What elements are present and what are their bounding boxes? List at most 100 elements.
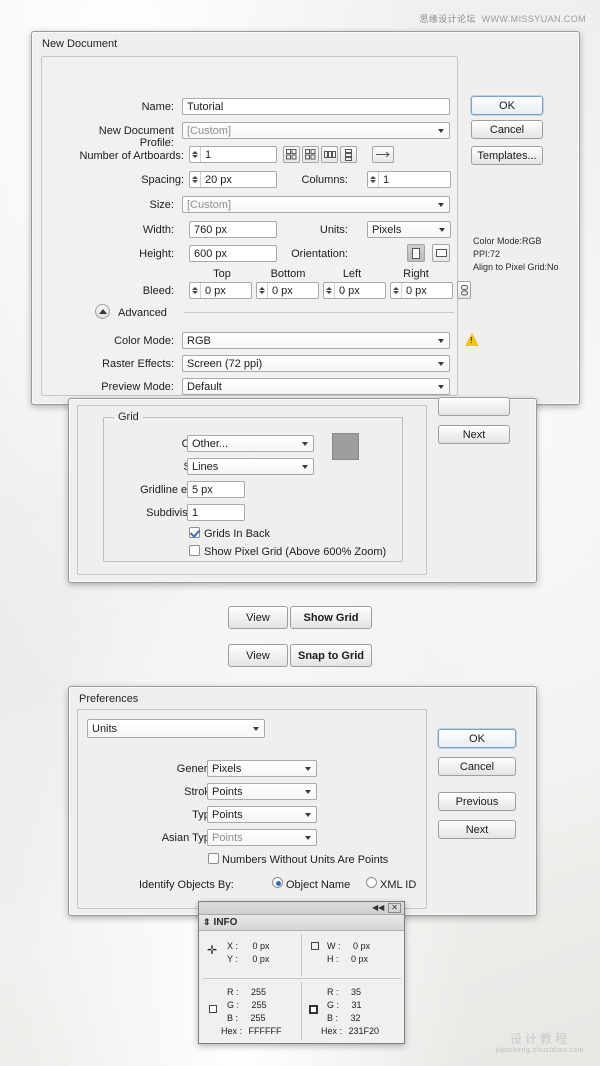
width-input[interactable]: 760 px: [189, 221, 277, 238]
columns-input[interactable]: 1: [367, 171, 451, 188]
grids-in-back-checkbox[interactable]: [189, 527, 200, 538]
preview-mode-select[interactable]: Default: [182, 378, 450, 395]
info-stroke-hex-label: Hex :: [321, 1026, 343, 1036]
artboards-input[interactable]: 1: [189, 146, 277, 163]
preferences-cancel-button[interactable]: Cancel: [438, 757, 516, 776]
profile-select[interactable]: [Custom]: [182, 122, 450, 139]
info-panel-tabbar: ◀◀ ✕: [199, 902, 404, 915]
height-input[interactable]: 600 px: [189, 245, 277, 262]
preferences-next-button[interactable]: Next: [438, 820, 516, 839]
info-stroke-g: G : 31: [327, 999, 362, 1011]
advanced-divider: [184, 312, 454, 313]
size-select[interactable]: [Custom]: [182, 196, 450, 213]
spacing-stepper[interactable]: [190, 172, 201, 187]
panel-menu-icon[interactable]: ⇕: [203, 917, 211, 928]
info-divider-vertical-top: [301, 934, 302, 976]
show-pixel-grid-checkbox[interactable]: [189, 545, 200, 556]
info-y-label: Y :: [227, 954, 238, 964]
warning-icon: [465, 333, 479, 346]
info-stroke-b: B : 32: [327, 1012, 361, 1024]
new-document-cancel-button[interactable]: Cancel: [471, 120, 543, 139]
info-fill-g: G : 255: [227, 999, 267, 1011]
close-icon[interactable]: ✕: [388, 903, 401, 913]
watermark-top: 思缘设计论坛 WWW.MISSYUAN.COM: [419, 12, 586, 25]
new-document-ok-button[interactable]: OK: [471, 96, 543, 115]
info-h-label: H :: [327, 954, 339, 964]
color-mode-label: Color Mode:: [114, 335, 174, 347]
info-fill-r-label: R :: [227, 987, 239, 997]
artboard-layout-gridrows-icon[interactable]: [283, 146, 300, 163]
info-w: W : 0 px: [327, 940, 370, 952]
info-divider-horizontal: [203, 978, 401, 979]
show-pixel-grid-label: Show Pixel Grid (Above 600% Zoom): [204, 546, 387, 558]
width-label: Width:: [142, 224, 174, 236]
asian-type-units-select[interactable]: Points: [207, 829, 317, 846]
info-stroke-hex-value: 231F20: [348, 1026, 380, 1036]
spacing-input[interactable]: 20 px: [189, 171, 277, 188]
bleed-right-stepper[interactable]: [391, 283, 402, 298]
units-category-select[interactable]: Units: [87, 719, 265, 738]
bleed-left-label: Left: [342, 268, 362, 280]
raster-effects-label: Raster Effects:: [102, 358, 174, 370]
menu-view-button-1[interactable]: View: [228, 606, 288, 629]
info-x-value: 0 px: [252, 941, 270, 951]
identify-objects-label: Identify Objects By:: [139, 879, 234, 891]
artboard-flow-direction-icon[interactable]: [372, 146, 394, 163]
raster-effects-select[interactable]: Screen (72 ppi): [182, 355, 450, 372]
info-fill-g-label: G :: [227, 1000, 240, 1010]
summary-align-grid: Align to Pixel Grid:No: [473, 262, 559, 273]
info-y-value: 0 px: [252, 954, 270, 964]
grid-color-swatch[interactable]: [332, 433, 359, 460]
bleed-left-stepper[interactable]: [324, 283, 335, 298]
info-fill-hex-label: Hex :: [221, 1026, 243, 1036]
columns-stepper[interactable]: [368, 172, 379, 187]
orientation-landscape-icon[interactable]: [432, 244, 450, 262]
bleed-bottom-label: Bottom: [270, 268, 306, 280]
grid-prefs-next-button[interactable]: Next: [438, 425, 510, 444]
orientation-portrait-icon[interactable]: [407, 244, 425, 262]
collapse-icon[interactable]: ◀◀: [372, 904, 384, 912]
new-document-dialog: New Document Name: Tutorial New Document…: [31, 31, 580, 415]
preferences-title: Preferences: [79, 693, 139, 705]
document-summary: Color Mode:RGB PPI:72 Align to Pixel Gri…: [473, 235, 573, 274]
grid-prefs-previous-button[interactable]: [438, 397, 510, 416]
new-document-templates-button[interactable]: Templates...: [471, 146, 543, 165]
identify-xml-id-radio[interactable]: [366, 877, 377, 888]
bleed-bottom-stepper[interactable]: [257, 283, 268, 298]
name-label: Name:: [141, 101, 174, 113]
artboard-layout-gridcols-icon[interactable]: [302, 146, 319, 163]
stroke-units-select[interactable]: Points: [207, 783, 317, 800]
menu-snap-to-grid-button[interactable]: Snap to Grid: [290, 644, 372, 667]
profile-label: New Document Profile:: [98, 125, 174, 149]
menu-show-grid-button[interactable]: Show Grid: [290, 606, 372, 629]
type-units-select[interactable]: Points: [207, 806, 317, 823]
units-label: Units:: [319, 224, 348, 236]
general-units-select[interactable]: Pixels: [207, 760, 317, 777]
info-y: Y : 0 px: [227, 953, 269, 965]
menu-view-button-2[interactable]: View: [228, 644, 288, 667]
preferences-previous-button[interactable]: Previous: [438, 792, 516, 811]
bleed-top-stepper[interactable]: [190, 283, 201, 298]
gridline-every-input[interactable]: 5 px: [187, 481, 245, 498]
info-w-value: 0 px: [353, 941, 371, 951]
identify-object-name-radio[interactable]: [272, 877, 283, 888]
units-select[interactable]: Pixels: [367, 221, 451, 238]
info-fill-r: R : 255: [227, 986, 266, 998]
artboard-layout-column-icon[interactable]: [340, 146, 357, 163]
orientation-label: Orientation:: [291, 248, 348, 260]
artboard-layout-row-icon[interactable]: [321, 146, 338, 163]
name-input[interactable]: Tutorial: [182, 98, 450, 115]
columns-label: Columns:: [301, 174, 348, 186]
numbers-without-units-checkbox[interactable]: [208, 853, 219, 864]
advanced-collapse-icon[interactable]: [95, 304, 110, 319]
artboards-stepper[interactable]: [190, 147, 201, 162]
bleed-link-icon[interactable]: [457, 281, 471, 299]
subdivisions-input[interactable]: 1: [187, 504, 245, 521]
grid-color-select[interactable]: Other...: [187, 435, 314, 452]
preferences-ok-button[interactable]: OK: [438, 729, 516, 748]
color-mode-select[interactable]: RGB: [182, 332, 450, 349]
grid-style-select[interactable]: Lines: [187, 458, 314, 475]
advanced-label: Advanced: [118, 307, 167, 319]
identify-object-name-label: Object Name: [286, 879, 351, 891]
info-stroke-r-label: R :: [327, 987, 339, 997]
